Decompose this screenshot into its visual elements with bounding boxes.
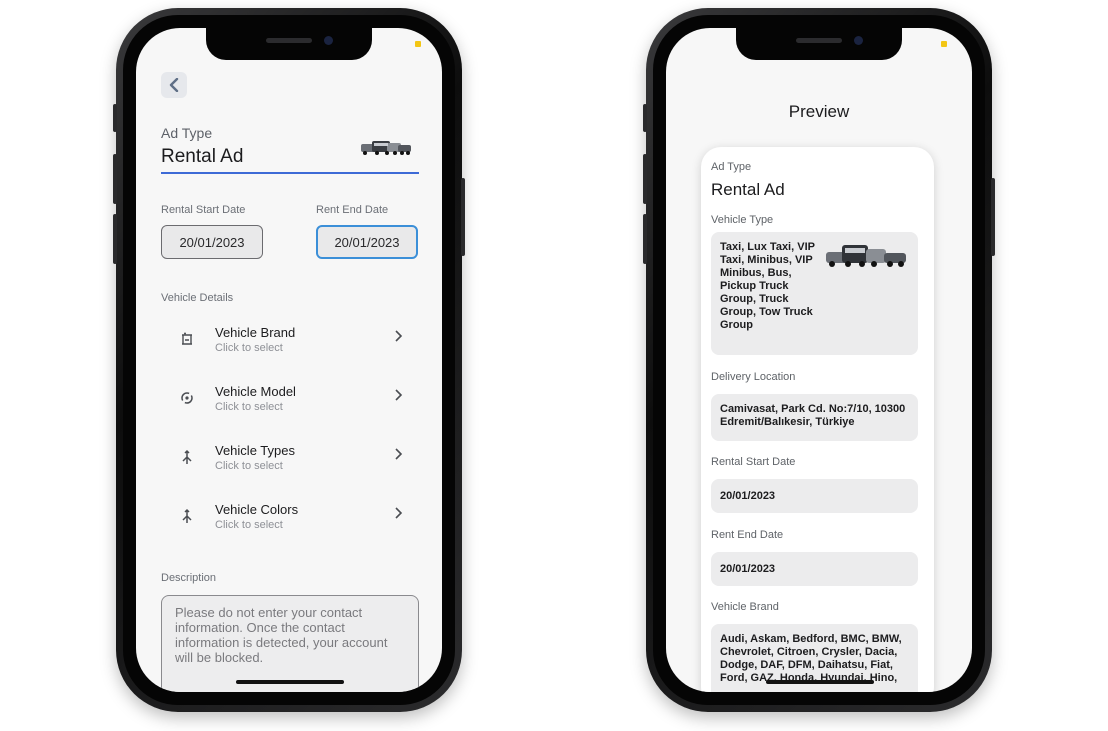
speaker <box>266 38 312 43</box>
home-indicator <box>766 680 874 684</box>
preview-screen: Preview Ad Type Rental Ad Vehicle Type T… <box>666 28 972 692</box>
front-camera <box>854 36 863 45</box>
vehicle-types-subtitle: Click to select <box>215 460 283 472</box>
ad-type-label: Ad Type <box>161 125 213 141</box>
preview-delivery-location-value: Camivasat, Park Cd. No:7/10, 10300 Edrem… <box>711 394 918 441</box>
vehicle-model-title: Vehicle Model <box>215 384 296 399</box>
chevron-right-icon <box>395 330 403 342</box>
volume-down-button <box>643 214 647 264</box>
description-textarea[interactable]: Please do not enter your contact informa… <box>161 595 419 692</box>
ad-type-underline <box>161 172 419 174</box>
merge-icon <box>182 449 192 464</box>
preview-ad-type-value: Rental Ad <box>711 180 785 199</box>
vehicle-colors-row[interactable]: Vehicle Colors Click to select <box>161 500 419 544</box>
vehicles-illustration <box>826 245 906 267</box>
power-button <box>461 178 465 256</box>
preview-rent-end-label: Rent End Date <box>711 529 784 541</box>
preview-vehicle-brand-label: Vehicle Brand <box>711 601 779 613</box>
preview-ad-type-label: Ad Type <box>711 161 752 173</box>
ad-type-value[interactable]: Rental Ad <box>161 146 243 168</box>
home-indicator <box>236 680 344 684</box>
volume-up-button <box>113 154 117 204</box>
rental-start-label: Rental Start Date <box>161 204 246 216</box>
notch <box>736 28 902 60</box>
preview-delivery-location-label: Delivery Location <box>711 371 796 383</box>
preview-rental-start-label: Rental Start Date <box>711 456 796 468</box>
preview-vehicle-type-label: Vehicle Type <box>711 214 774 226</box>
status-indicator <box>941 41 947 47</box>
rental-start-date-field[interactable]: 20/01/2023 <box>161 225 263 259</box>
chevron-left-icon <box>169 78 179 92</box>
preview-rent-end-value: 20/01/2023 <box>711 552 918 586</box>
preview-rental-start-value: 20/01/2023 <box>711 479 918 513</box>
vehicle-brand-subtitle: Click to select <box>215 342 283 354</box>
phone-frame-left: Ad Type Rental Ad Rental Start Date Rent… <box>113 8 465 712</box>
car-seat-icon <box>182 332 192 345</box>
rent-end-date-field[interactable]: 20/01/2023 <box>316 225 418 259</box>
vehicle-brand-title: Vehicle Brand <box>215 325 296 340</box>
chevron-right-icon <box>395 507 403 519</box>
chevron-right-icon <box>395 389 403 401</box>
vehicle-details-label: Vehicle Details <box>161 292 234 304</box>
form-screen: Ad Type Rental Ad Rental Start Date Rent… <box>136 28 442 692</box>
chevron-right-icon <box>395 448 403 460</box>
preview-vehicle-type-value: Taxi, Lux Taxi, VIP Taxi, Minibus, VIP M… <box>720 241 815 331</box>
mute-switch <box>643 104 647 132</box>
preview-vehicle-type-box: Taxi, Lux Taxi, VIP Taxi, Minibus, VIP M… <box>711 232 918 355</box>
volume-up-button <box>643 154 647 204</box>
vehicle-model-row[interactable]: Vehicle Model Click to select <box>161 382 419 426</box>
preview-title: Preview <box>788 102 850 121</box>
vehicles-illustration <box>361 141 411 155</box>
description-label: Description <box>161 572 217 584</box>
status-indicator <box>415 41 421 47</box>
volume-down-button <box>113 214 117 264</box>
preview-card: Ad Type Rental Ad Vehicle Type Taxi, Lux… <box>701 147 934 692</box>
front-camera <box>324 36 333 45</box>
merge-icon <box>182 508 192 523</box>
mute-switch <box>113 104 117 132</box>
back-button[interactable] <box>161 72 187 98</box>
vehicle-colors-title: Vehicle Colors <box>215 502 299 517</box>
vehicle-colors-subtitle: Click to select <box>215 519 283 531</box>
vehicle-types-title: Vehicle Types <box>215 443 295 458</box>
vehicle-types-row[interactable]: Vehicle Types Click to select <box>161 441 419 485</box>
vehicle-model-subtitle: Click to select <box>215 401 283 413</box>
rent-end-label: Rent End Date <box>316 204 389 216</box>
power-button <box>991 178 995 256</box>
phone-frame-right: Preview Ad Type Rental Ad Vehicle Type T… <box>643 8 995 712</box>
notch <box>206 28 372 60</box>
vehicle-brand-row[interactable]: Vehicle Brand Click to select <box>161 323 419 367</box>
rotate-icon <box>181 392 193 404</box>
speaker <box>796 38 842 43</box>
